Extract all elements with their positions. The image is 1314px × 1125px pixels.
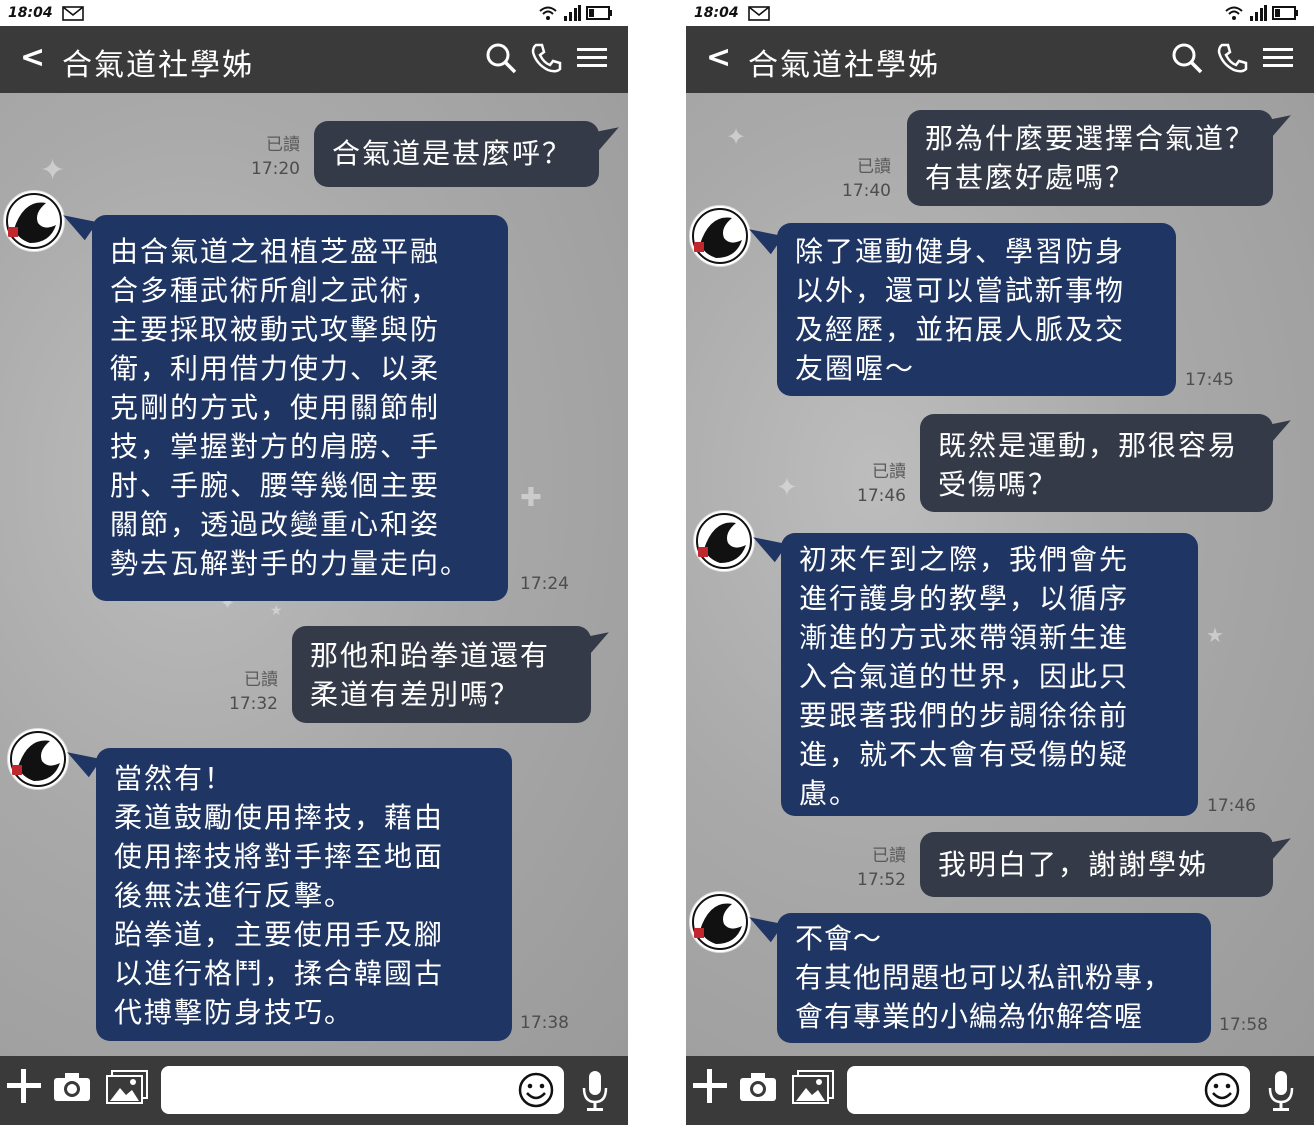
chat-header: < 合氣道社學姊: [0, 26, 628, 93]
message-time: 17:45: [1185, 370, 1234, 390]
message-bubble-sent: 那他和跆拳道還有 柔道有差別嗎？: [292, 626, 591, 723]
phone-icon[interactable]: [1216, 42, 1248, 74]
signal-icon: [1249, 5, 1267, 21]
mail-icon: [62, 6, 84, 21]
back-button[interactable]: <: [706, 40, 731, 75]
gallery-icon[interactable]: [106, 1070, 148, 1104]
phone-screen-left: 18:04 < 合氣道社學姊 ✦ ✚ ✦ ★ 已讀 17:20 合氣道是甚麼呼？ …: [0, 0, 628, 1125]
avatar-icon[interactable]: [689, 891, 751, 953]
status-time: 18:04: [694, 5, 739, 21]
search-icon[interactable]: [1171, 42, 1203, 74]
status-time: 18:04: [8, 5, 53, 21]
message-bubble-received: 當然有！ 柔道鼓勵使用摔技，藉由 使用摔技將對手摔至地面 後無法進行反擊。 跆拳…: [96, 748, 512, 1041]
menu-icon[interactable]: [1262, 42, 1294, 74]
message-bubble-received: 由合氣道之祖植芝盛平融 合多種武術所創之武術， 主要採取被動式攻擊與防 衛，利用…: [92, 215, 508, 601]
microphone-icon[interactable]: [1268, 1070, 1294, 1112]
plus-icon[interactable]: [692, 1068, 728, 1104]
chat-title: 合氣道社學姊: [748, 48, 940, 83]
message-time: 17:58: [1219, 1015, 1268, 1035]
smiley-icon[interactable]: [518, 1072, 554, 1108]
chat-header: < 合氣道社學姊: [686, 26, 1314, 93]
chat-area[interactable]: ✦ ★ ✦ 已讀 17:40 那為什麼要選擇合氣道？ 有甚麼好處嗎？ 除了運動健身…: [686, 93, 1314, 1056]
signal-icon: [563, 5, 581, 21]
status-bar: 18:04: [0, 0, 628, 26]
message-bubble-sent: 我明白了，謝謝學姊: [920, 832, 1273, 897]
background-star: ✚: [520, 483, 542, 513]
smiley-icon[interactable]: [1204, 1072, 1240, 1108]
read-receipt: 已讀 17:46: [857, 462, 906, 506]
message-bubble-received: 除了運動健身、學習防身 以外，還可以嘗試新事物 及經歷，並拓展人脈及交 友圈喔～: [777, 223, 1176, 396]
input-bar: [686, 1056, 1314, 1125]
search-icon[interactable]: [485, 42, 517, 74]
plus-icon[interactable]: [6, 1068, 42, 1104]
back-button[interactable]: <: [20, 40, 45, 75]
phone-screen-right: 18:04 < 合氣道社學姊 ✦ ★ ✦ 已讀 17:40 那為什麼要選擇合氣道？…: [686, 0, 1314, 1125]
background-star: ★: [270, 603, 283, 619]
avatar-icon[interactable]: [3, 190, 65, 252]
wifi-icon: [539, 6, 557, 20]
battery-icon: [586, 6, 612, 20]
battery-icon: [1272, 6, 1298, 20]
camera-icon[interactable]: [739, 1072, 777, 1102]
microphone-icon[interactable]: [582, 1070, 608, 1112]
avatar-icon[interactable]: [7, 728, 69, 790]
camera-icon[interactable]: [53, 1072, 91, 1102]
message-input[interactable]: [161, 1066, 564, 1114]
input-bar: [0, 1056, 628, 1125]
message-time: 17:24: [520, 574, 569, 594]
message-bubble-sent: 合氣道是甚麼呼？: [314, 121, 599, 187]
read-receipt: 已讀 17:32: [229, 670, 278, 714]
mail-icon: [748, 6, 770, 21]
message-bubble-received: 初來乍到之際，我們會先 進行護身的教學，以循序 漸進的方式來帶領新生進 入合氣道…: [781, 533, 1198, 816]
background-star: ✦: [40, 153, 66, 188]
message-bubble-sent: 既然是運動，那很容易 受傷嗎？: [920, 414, 1273, 512]
phone-icon[interactable]: [530, 42, 562, 74]
read-receipt: 已讀 17:52: [857, 846, 906, 890]
background-star: ★: [1206, 623, 1224, 647]
message-bubble-received: 不會～ 有其他問題也可以私訊粉專， 會有專業的小編為你解答喔: [777, 913, 1211, 1043]
status-bar: 18:04: [686, 0, 1314, 26]
chat-area[interactable]: ✦ ✚ ✦ ★ 已讀 17:20 合氣道是甚麼呼？ 由合氣道之祖植芝盛平融 合多種…: [0, 93, 628, 1056]
background-star: ✦: [726, 123, 747, 151]
read-receipt: 已讀 17:20: [251, 135, 300, 179]
background-star: ✦: [776, 473, 798, 503]
avatar-icon[interactable]: [693, 510, 755, 572]
read-receipt: 已讀 17:40: [842, 157, 891, 201]
avatar-icon[interactable]: [689, 205, 751, 267]
menu-icon[interactable]: [576, 42, 608, 74]
message-input[interactable]: [847, 1066, 1250, 1114]
chat-title: 合氣道社學姊: [62, 48, 254, 83]
gallery-icon[interactable]: [792, 1070, 834, 1104]
wifi-icon: [1225, 6, 1243, 20]
message-time: 17:46: [1207, 796, 1256, 816]
message-time: 17:38: [520, 1013, 569, 1033]
message-bubble-sent: 那為什麼要選擇合氣道？ 有甚麼好處嗎？: [907, 110, 1273, 206]
